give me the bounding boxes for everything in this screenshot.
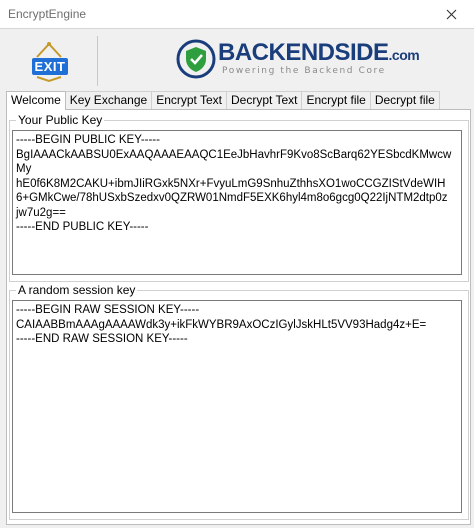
session-key-textbox[interactable]: -----BEGIN RAW SESSION KEY----- CAIAABBm… <box>12 300 462 513</box>
logo-name: BACKENDSIDE <box>218 39 389 66</box>
close-icon <box>446 9 456 19</box>
tab-welcome[interactable]: Welcome <box>6 91 66 110</box>
logo-tagline: Powering the Backend Core <box>222 66 386 76</box>
brand-logo: BACKENDSIDE.com Powering the Backend Cor… <box>176 37 420 83</box>
session-key-label: A random session key <box>16 283 138 297</box>
exit-button[interactable]: EXIT <box>27 41 71 83</box>
tab-decrypt-text[interactable]: Decrypt Text <box>226 91 303 109</box>
header: EXIT BACKENDSIDE.com Powering the Backen… <box>0 29 474 89</box>
tab-decrypt-file[interactable]: Decrypt file <box>369 91 440 109</box>
public-key-label: Your Public Key <box>16 113 105 127</box>
public-key-group: Your Public Key -----BEGIN PUBLIC KEY---… <box>9 113 469 282</box>
window-title: EncryptEngine <box>8 7 87 21</box>
close-button[interactable] <box>428 0 474 28</box>
session-key-group: A random session key -----BEGIN RAW SESS… <box>9 283 469 520</box>
tab-encrypt-text[interactable]: Encrypt Text <box>151 91 227 109</box>
logo-wordmark: BACKENDSIDE.com <box>218 39 420 67</box>
shield-check-icon <box>176 39 216 79</box>
tab-strip: Welcome Key Exchange Encrypt Text Decryp… <box>6 91 440 110</box>
exit-label: EXIT <box>32 58 68 75</box>
tab-encrypt-file[interactable]: Encrypt file <box>301 91 371 109</box>
welcome-panel: Your Public Key -----BEGIN PUBLIC KEY---… <box>6 109 471 525</box>
header-divider <box>97 36 98 86</box>
public-key-textbox[interactable]: -----BEGIN PUBLIC KEY----- BgIAAACkAABSU… <box>12 130 462 275</box>
logo-domain: .com <box>388 47 420 63</box>
title-bar: EncryptEngine <box>0 0 474 29</box>
tab-key-exchange[interactable]: Key Exchange <box>64 91 153 109</box>
